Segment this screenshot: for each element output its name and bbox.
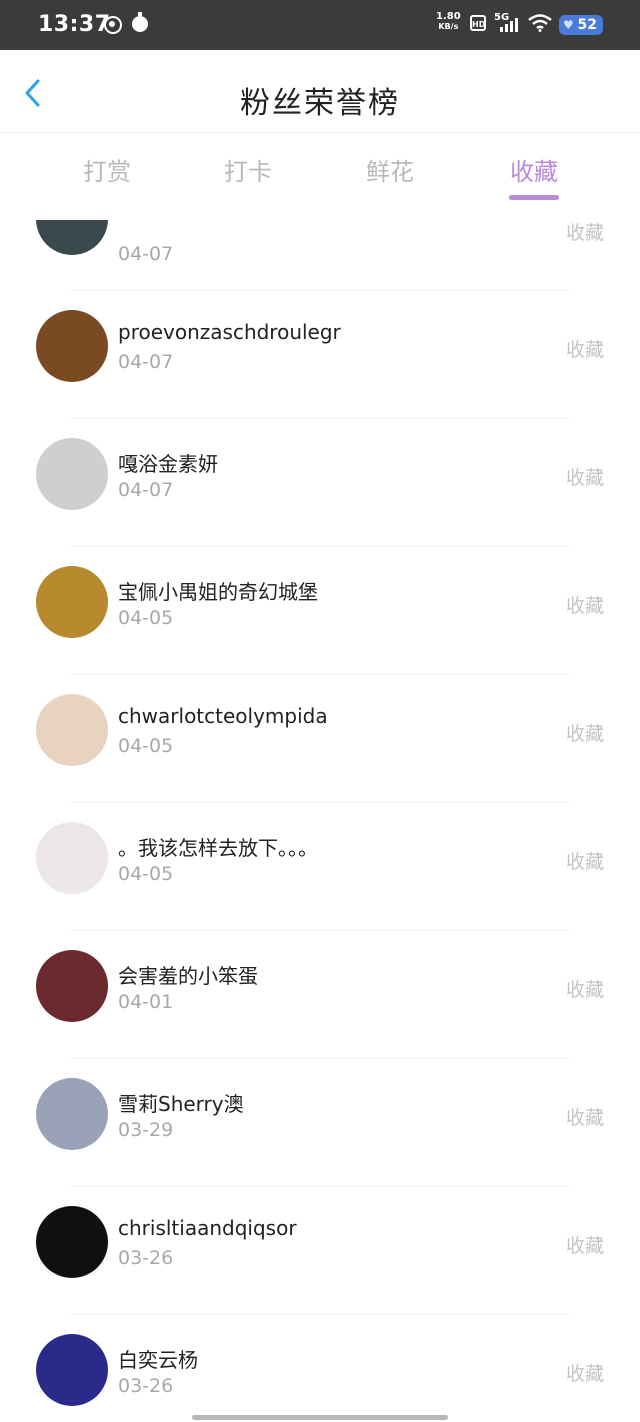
- avatar: [36, 566, 108, 638]
- list-item-date: 04-05: [118, 735, 174, 757]
- fan-list: 04-07 收藏 proevonzaschdroulegr 04-07 收藏 嘎…: [0, 220, 640, 1410]
- tab-favorites[interactable]: 收藏: [484, 152, 584, 187]
- list-item-name: 嘎浴金素妍: [118, 452, 218, 476]
- tab-bar: 打赏 打卡 鲜花 收藏: [0, 140, 640, 210]
- divider: [70, 1186, 570, 1187]
- tab-flowers[interactable]: 鲜花: [340, 152, 440, 187]
- list-item-name: proevonzaschdroulegr: [118, 320, 341, 344]
- avatar: [36, 694, 108, 766]
- divider: [70, 674, 570, 675]
- net-speed-unit: KB/s: [438, 22, 459, 31]
- avatar: [36, 310, 108, 382]
- favorite-label: 收藏: [565, 1235, 604, 1257]
- hd-icon: HD: [470, 15, 486, 31]
- list-item-date: 04-07: [118, 351, 174, 373]
- favorite-label: 收藏: [565, 1363, 604, 1385]
- list-item-name: chwarlotcteolympida: [118, 704, 328, 728]
- page-title: 粉丝荣誉榜: [240, 86, 400, 121]
- wifi-icon: [528, 14, 552, 32]
- divider: [70, 930, 570, 931]
- active-tab-indicator: [509, 195, 559, 200]
- list-item[interactable]: 雪莉Sherry澳 03-29 收藏: [0, 1078, 640, 1206]
- status-bar: 13:37 1.80 KB/s HD 5G 52: [0, 0, 640, 50]
- favorite-label: 收藏: [565, 723, 604, 745]
- divider: [70, 290, 570, 291]
- favorite-label: 收藏: [565, 979, 604, 1001]
- list-item-date: 03-29: [118, 1119, 174, 1141]
- list-item-date: 04-01: [118, 991, 174, 1013]
- divider: [70, 1314, 570, 1315]
- avatar: [36, 950, 108, 1022]
- net-speed-value: 1.80: [436, 11, 461, 22]
- avatar: [36, 1334, 108, 1406]
- tab-reward[interactable]: 打赏: [57, 152, 157, 187]
- home-indicator[interactable]: [192, 1415, 448, 1420]
- status-time: 13:37: [38, 12, 111, 37]
- list-item-date: 04-05: [118, 607, 174, 629]
- list-item[interactable]: 04-07 收藏: [0, 220, 640, 291]
- battery-indicator: 52: [559, 15, 603, 35]
- list-item[interactable]: 白奕云杨 03-26 收藏: [0, 1334, 640, 1410]
- list-item-name: 雪莉Sherry澳: [118, 1092, 244, 1116]
- list-item-date: 04-07: [118, 243, 174, 265]
- divider: [70, 802, 570, 803]
- list-item[interactable]: 宝佩小禺姐的奇幻城堡 04-05 收藏: [0, 566, 640, 694]
- net-speed: 1.80 KB/s: [436, 12, 461, 32]
- favorite-label: 收藏: [565, 851, 604, 873]
- divider: [70, 546, 570, 547]
- stopwatch-icon: [132, 12, 148, 32]
- divider: [70, 418, 570, 419]
- favorite-label: 收藏: [565, 339, 604, 361]
- favorite-label: 收藏: [565, 1107, 604, 1129]
- favorite-label: 收藏: [565, 222, 604, 244]
- list-item-date: 04-07: [118, 479, 174, 501]
- list-item-name: 。我该怎样去放下。。。: [118, 836, 318, 860]
- list-item[interactable]: proevonzaschdroulegr 04-07 收藏: [0, 310, 640, 438]
- list-item[interactable]: 会害羞的小笨蛋 04-01 收藏: [0, 950, 640, 1078]
- tab-checkin[interactable]: 打卡: [198, 152, 298, 187]
- avatar: [36, 822, 108, 894]
- list-item-name: 白奕云杨: [118, 1348, 198, 1372]
- favorite-label: 收藏: [565, 595, 604, 617]
- avatar: [36, 438, 108, 510]
- avatar: [36, 1078, 108, 1150]
- list-item[interactable]: 。我该怎样去放下。。。 04-05 收藏: [0, 822, 640, 950]
- avatar: [36, 1206, 108, 1278]
- list-item[interactable]: 嘎浴金素妍 04-07 收藏: [0, 438, 640, 566]
- list-item-name: 宝佩小禺姐的奇幻城堡: [118, 580, 318, 604]
- favorite-label: 收藏: [565, 467, 604, 489]
- list-item[interactable]: chwarlotcteolympida 04-05 收藏: [0, 694, 640, 822]
- signal-icon: [500, 18, 520, 32]
- top-nav-bar: 粉丝荣誉榜: [0, 50, 640, 133]
- list-item-date: 03-26: [118, 1375, 174, 1397]
- list-item-name: 会害羞的小笨蛋: [118, 964, 258, 988]
- list-item-name: chrisltiaandqiqsor: [118, 1216, 297, 1240]
- list-item[interactable]: chrisltiaandqiqsor 03-26 收藏: [0, 1206, 640, 1334]
- avatar: [36, 220, 108, 255]
- list-item-date: 04-05: [118, 863, 174, 885]
- list-item-date: 03-26: [118, 1247, 174, 1269]
- divider: [70, 1058, 570, 1059]
- weibo-icon: [104, 16, 122, 34]
